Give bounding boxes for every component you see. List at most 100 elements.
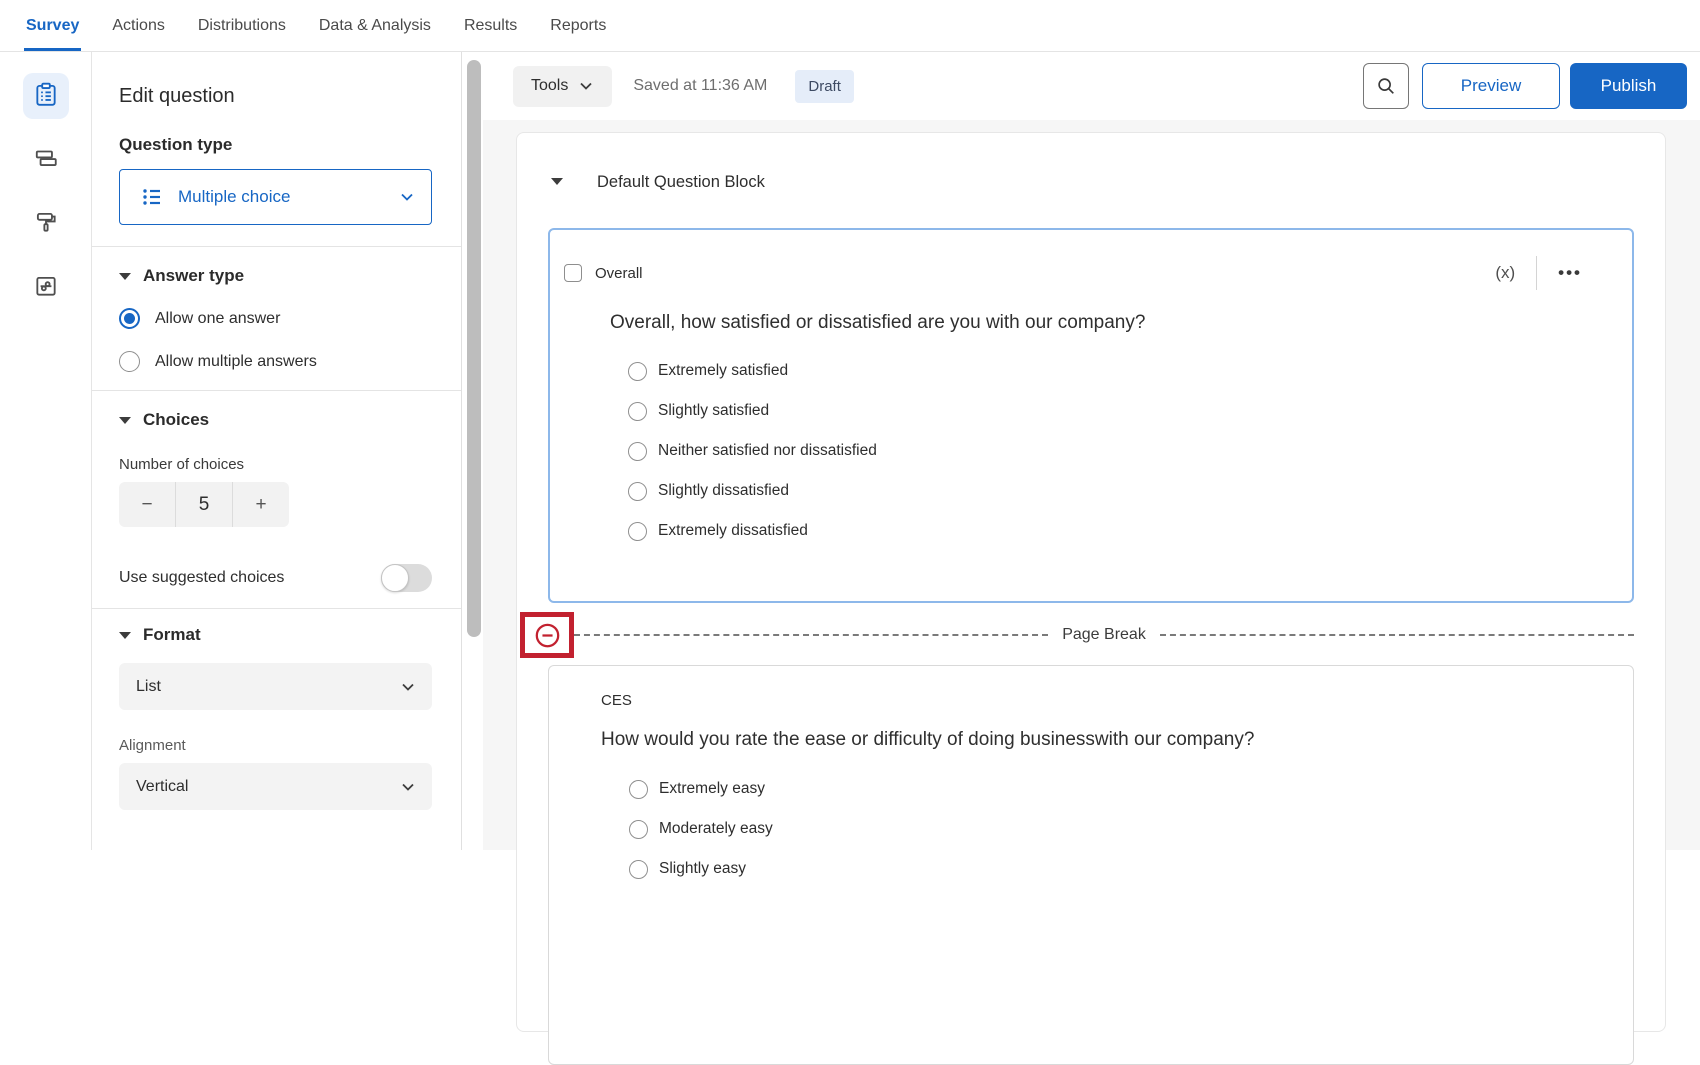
choice-list: Extremely easy Moderately easy Slightly … — [629, 779, 1593, 879]
radio-label: Allow one answer — [155, 310, 280, 328]
choice-option[interactable]: Moderately easy — [629, 819, 1593, 839]
main-area: Tools Saved at 11:36 AM Draft Preview Pu… — [483, 52, 1700, 850]
question-select-checkbox[interactable] — [564, 264, 582, 282]
choice-option[interactable]: Extremely satisfied — [628, 361, 1592, 381]
panel-title: Edit question — [119, 85, 432, 108]
radio-circle-icon — [629, 820, 648, 839]
block-title: Default Question Block — [597, 173, 765, 192]
tab-data-analysis[interactable]: Data & Analysis — [319, 0, 431, 51]
page-break-dash-left — [574, 634, 1048, 636]
question-type-label: Question type — [119, 135, 432, 155]
blocks-icon — [33, 145, 59, 176]
radio-circle-icon — [628, 522, 647, 541]
question-type-dropdown[interactable]: Multiple choice — [119, 169, 432, 225]
multiple-choice-icon — [140, 185, 164, 209]
draft-status-badge: Draft — [795, 70, 854, 103]
choice-option[interactable]: Slightly easy — [629, 859, 1593, 879]
format-label: Format — [143, 625, 201, 645]
decrement-button[interactable]: − — [119, 482, 175, 527]
tab-survey[interactable]: Survey — [26, 0, 79, 51]
question-id-label: CES — [601, 692, 1593, 709]
question-card-overall[interactable]: Overall (x) ••• Overall, how satisfied o… — [548, 228, 1634, 603]
radio-circle-icon — [629, 860, 648, 879]
question-card-ces[interactable]: CES How would you rate the ease or diffi… — [548, 665, 1634, 1065]
look-and-feel-button[interactable] — [23, 201, 69, 247]
number-of-choices-label: Number of choices — [119, 456, 432, 473]
toggle-knob — [381, 564, 409, 592]
chevron-down-icon — [399, 189, 415, 205]
clipboard-list-icon — [33, 81, 59, 112]
format-value: List — [136, 678, 400, 696]
remove-page-break-icon[interactable] — [534, 622, 561, 649]
page-break-dash-right — [1160, 634, 1634, 636]
radio-allow-multiple-answers[interactable]: Allow multiple answers — [119, 351, 432, 372]
tools-dropdown-button[interactable]: Tools — [513, 66, 612, 107]
question-menu-button[interactable]: ••• — [1558, 263, 1582, 283]
use-suggested-choices-label: Use suggested choices — [119, 569, 284, 587]
panel-scrollbar-track — [462, 52, 483, 850]
choices-label: Choices — [143, 410, 209, 430]
increment-button[interactable]: + — [233, 482, 289, 527]
choice-label: Slightly easy — [659, 860, 746, 878]
preview-button[interactable]: Preview — [1422, 63, 1560, 109]
choices-count-value: 5 — [175, 482, 233, 527]
choice-option[interactable]: Neither satisfied nor dissatisfied — [628, 441, 1592, 461]
chevron-down-icon — [578, 78, 594, 94]
question-type-value: Multiple choice — [178, 187, 399, 207]
tab-results[interactable]: Results — [464, 0, 517, 51]
answer-type-section-header[interactable]: Answer type — [119, 266, 432, 286]
settings-sliders-icon — [33, 273, 59, 304]
choice-label: Extremely easy — [659, 780, 765, 798]
block-collapse-triangle-icon — [551, 178, 563, 185]
choices-section-header[interactable]: Choices — [119, 410, 432, 430]
choice-option[interactable]: Extremely easy — [629, 779, 1593, 799]
survey-toolbar: Tools Saved at 11:36 AM Draft Preview Pu… — [483, 52, 1700, 120]
radio-circle-icon — [628, 402, 647, 421]
paint-roller-icon — [33, 209, 59, 240]
radio-circle-icon — [629, 780, 648, 799]
section-divider — [92, 608, 461, 609]
left-icon-rail — [0, 52, 92, 850]
saved-status-text: Saved at 11:36 AM — [633, 77, 767, 95]
publish-button[interactable]: Publish — [1570, 63, 1687, 109]
search-icon — [1375, 75, 1397, 97]
radio-circle-icon — [628, 442, 647, 461]
tab-actions[interactable]: Actions — [112, 0, 164, 51]
collapse-triangle-icon — [119, 632, 131, 639]
annotation-highlight-box — [520, 612, 574, 658]
question-text[interactable]: Overall, how satisfied or dissatisfied a… — [610, 310, 1592, 336]
block-header[interactable]: Default Question Block — [548, 133, 1634, 228]
tab-reports[interactable]: Reports — [550, 0, 606, 51]
survey-options-button[interactable] — [23, 265, 69, 311]
radio-label: Allow multiple answers — [155, 353, 317, 371]
section-divider — [92, 246, 461, 247]
question-id-label: Overall — [595, 265, 1495, 282]
radio-allow-one-answer[interactable]: Allow one answer — [119, 308, 432, 329]
page-break-row: Page Break — [520, 612, 1634, 658]
search-button[interactable] — [1363, 63, 1409, 109]
question-x-action[interactable]: (x) — [1495, 263, 1515, 283]
survey-canvas: Default Question Block Overall (x) ••• O… — [483, 120, 1700, 850]
chevron-down-icon — [400, 679, 416, 695]
radio-selected-icon — [119, 308, 140, 329]
edit-question-panel: Edit question Question type Multiple cho… — [92, 52, 462, 850]
collapse-triangle-icon — [119, 417, 131, 424]
choice-option[interactable]: Extremely dissatisfied — [628, 521, 1592, 541]
tab-distributions[interactable]: Distributions — [198, 0, 286, 51]
format-dropdown[interactable]: List — [119, 663, 432, 710]
choice-label: Extremely satisfied — [658, 362, 788, 380]
panel-scrollbar-thumb[interactable] — [467, 60, 481, 637]
survey-flow-button[interactable] — [23, 137, 69, 183]
choice-option[interactable]: Slightly dissatisfied — [628, 481, 1592, 501]
use-suggested-choices-toggle[interactable] — [381, 564, 432, 592]
question-text[interactable]: How would you rate the ease or difficult… — [601, 727, 1593, 753]
page-break-label: Page Break — [1048, 626, 1160, 644]
format-section-header[interactable]: Format — [119, 625, 432, 645]
alignment-label: Alignment — [119, 737, 432, 754]
survey-builder-button[interactable] — [23, 73, 69, 119]
choice-label: Extremely dissatisfied — [658, 522, 808, 540]
choice-option[interactable]: Slightly satisfied — [628, 401, 1592, 421]
top-navigation: Survey Actions Distributions Data & Anal… — [0, 0, 1700, 52]
choice-label: Slightly satisfied — [658, 402, 769, 420]
alignment-dropdown[interactable]: Vertical — [119, 763, 432, 810]
